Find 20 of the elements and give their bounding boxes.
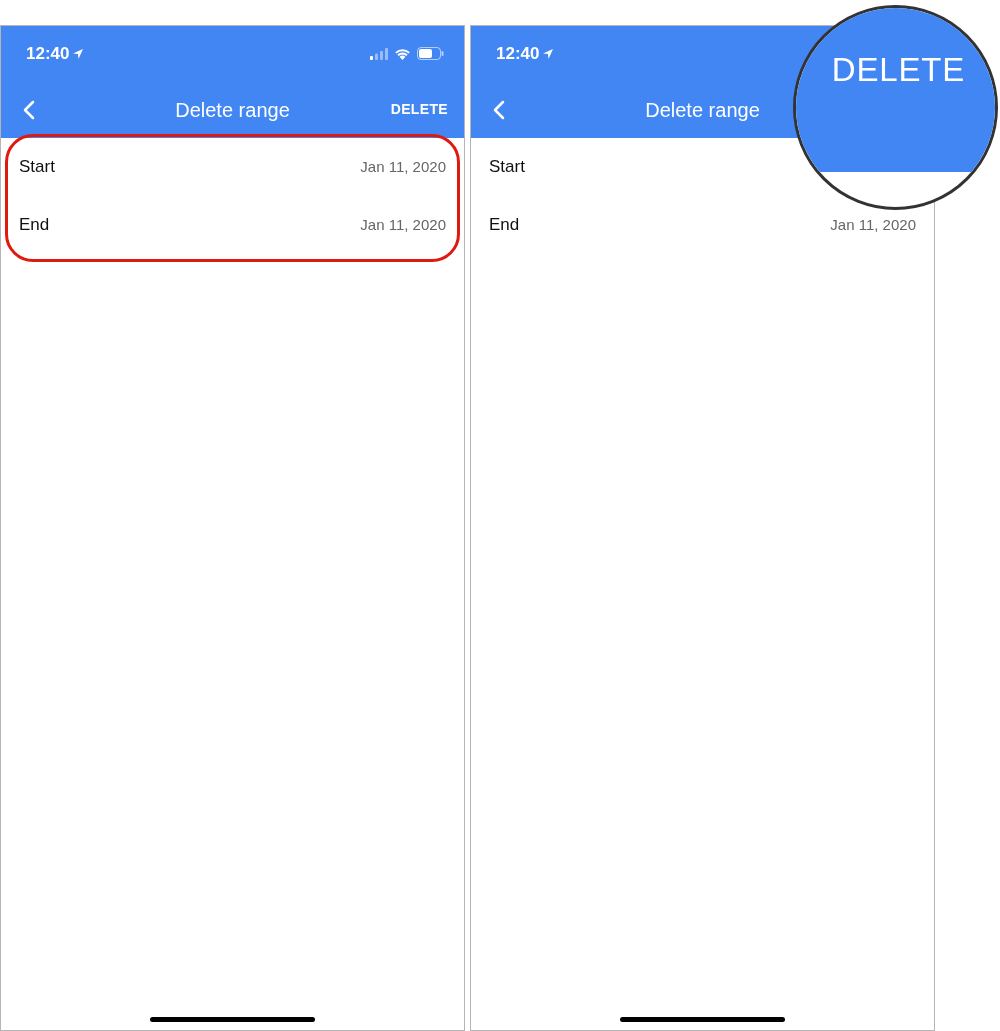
row-label: End (489, 214, 520, 237)
signal-icon (370, 47, 388, 60)
magnified-delete-label: DELETE (831, 50, 966, 91)
back-chevron-icon (493, 99, 505, 120)
row-label: Start (489, 156, 525, 179)
status-time: 12:40 (496, 42, 540, 65)
delete-button[interactable]: DELETE (390, 99, 448, 120)
row-date: Jan 11, 2020 (360, 156, 446, 177)
screen-title: Delete range (645, 97, 760, 123)
location-arrow-icon (72, 47, 85, 60)
location-arrow-icon (542, 47, 555, 60)
row-label: End (19, 214, 50, 237)
back-chevron-icon (23, 99, 35, 120)
row-date: Jan 11, 2020 (830, 214, 916, 235)
row-label: Start (19, 156, 55, 179)
row-date: Jan 11, 2020 (360, 214, 446, 235)
wifi-icon (394, 47, 411, 60)
battery-icon (417, 47, 444, 60)
screen-title: Delete range (175, 97, 290, 123)
status-time: 12:40 (26, 42, 70, 65)
